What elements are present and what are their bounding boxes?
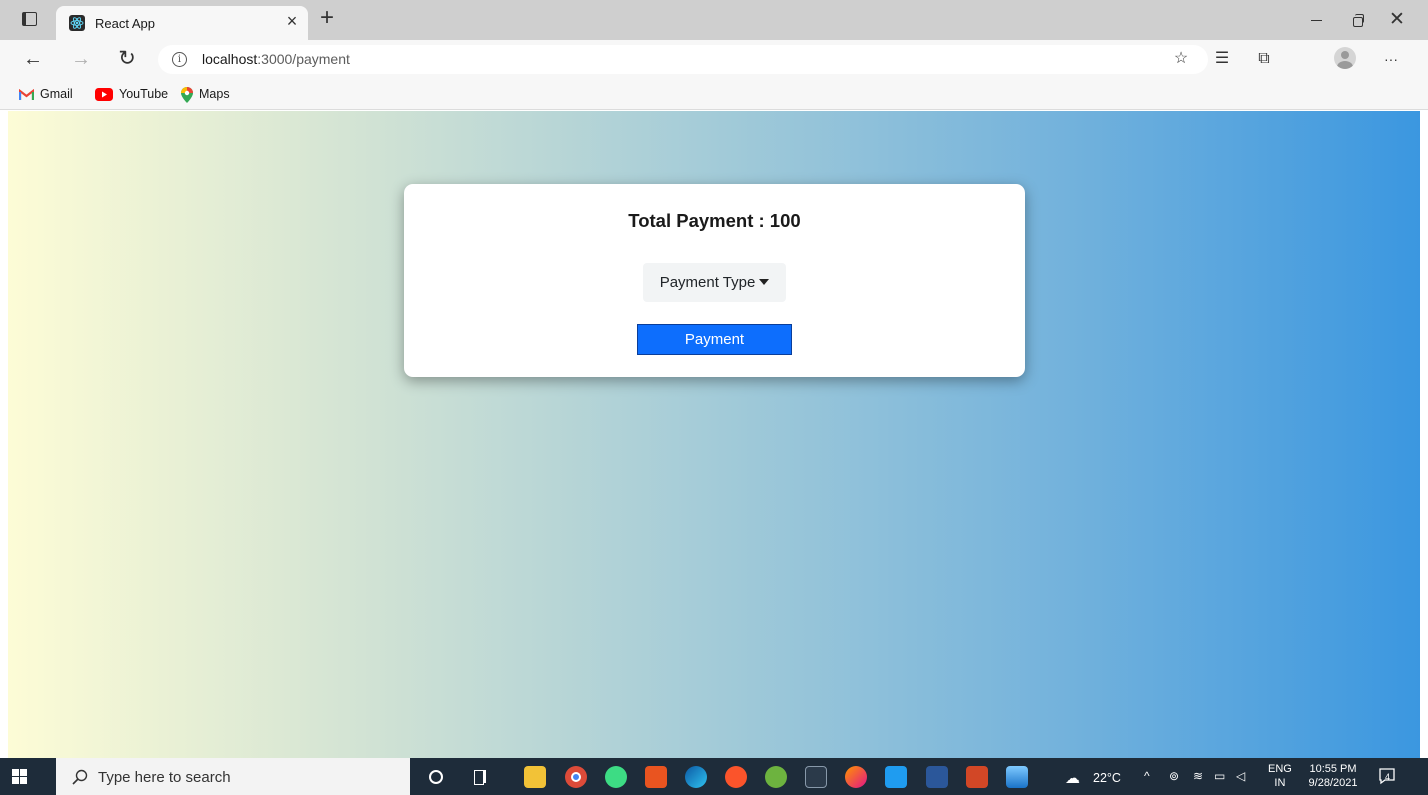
vscode-icon[interactable] bbox=[885, 766, 907, 788]
region-code: IN bbox=[1274, 777, 1286, 789]
clock-date: 9/28/2021 bbox=[1308, 777, 1358, 789]
search-icon bbox=[72, 769, 88, 785]
language-indicator[interactable]: ENG IN bbox=[1268, 762, 1292, 790]
browser-tab-strip: React App × + ✕ bbox=[0, 0, 1428, 40]
browser-tab[interactable]: React App × bbox=[56, 6, 308, 40]
weather-temp[interactable]: 22°C bbox=[1093, 771, 1121, 785]
notification-count: 4 bbox=[1385, 772, 1391, 782]
tab-actions-icon[interactable] bbox=[22, 12, 37, 26]
url-text[interactable]: localhost:3000/payment bbox=[202, 51, 350, 67]
payment-type-dropdown[interactable]: Payment Type bbox=[643, 263, 786, 302]
terminal-icon[interactable] bbox=[805, 766, 827, 788]
powerpoint-icon[interactable] bbox=[966, 766, 988, 788]
bookmark-label: YouTube bbox=[119, 87, 169, 101]
bookmark-gmail[interactable]: Gmail bbox=[19, 85, 73, 103]
payment-card: Total Payment : 100 Payment Type Payment bbox=[404, 184, 1025, 377]
word-icon[interactable] bbox=[926, 766, 948, 788]
language-code: ENG bbox=[1268, 763, 1292, 775]
react-favicon-icon bbox=[69, 15, 85, 31]
browser-toolbar: ← → ↻ i localhost:3000/payment ☆ ☰ ⧉ ··· bbox=[0, 40, 1428, 78]
clock-time: 10:55 PM bbox=[1309, 763, 1357, 775]
settings-more-icon[interactable]: ··· bbox=[1380, 48, 1402, 70]
youtube-icon bbox=[95, 88, 113, 102]
brave-icon[interactable] bbox=[725, 766, 747, 788]
dropdown-label: Payment Type bbox=[659, 274, 756, 291]
windows-start-icon[interactable] bbox=[12, 769, 28, 785]
search-placeholder: Type here to search bbox=[98, 769, 231, 786]
new-tab-icon[interactable]: + bbox=[314, 6, 340, 32]
caret-down-icon bbox=[759, 278, 770, 285]
url-path: :3000/payment bbox=[257, 51, 350, 67]
minimize-window-icon[interactable] bbox=[1304, 8, 1328, 32]
meet-now-icon[interactable]: ⊚ bbox=[1169, 769, 1179, 783]
gmail-icon bbox=[19, 88, 34, 100]
restore-window-icon[interactable] bbox=[1345, 8, 1369, 32]
windows-taskbar: Type here to search ☁ 22°C ^ ⊚ ≋ ▭ ◁ ENG… bbox=[0, 758, 1428, 795]
address-bar[interactable]: i localhost:3000/payment bbox=[158, 45, 1208, 74]
show-hidden-icons-icon[interactable]: ^ bbox=[1144, 769, 1150, 783]
reload-icon[interactable]: ↻ bbox=[114, 46, 140, 72]
chrome-icon[interactable] bbox=[565, 766, 587, 788]
site-info-icon[interactable]: i bbox=[172, 52, 187, 67]
close-window-icon[interactable]: ✕ bbox=[1385, 8, 1409, 32]
android-studio-icon[interactable] bbox=[605, 766, 627, 788]
profile-avatar-icon[interactable] bbox=[1334, 47, 1356, 69]
maps-icon bbox=[181, 86, 193, 103]
bookmark-label: Gmail bbox=[40, 87, 73, 101]
bookmark-maps[interactable]: Maps bbox=[181, 85, 230, 103]
page-viewport: Total Payment : 100 Payment Type Payment bbox=[0, 111, 1428, 758]
edge-icon[interactable] bbox=[685, 766, 707, 788]
wifi-icon[interactable]: ≋ bbox=[1193, 769, 1203, 783]
notification-center-icon[interactable]: 4 bbox=[1378, 767, 1396, 785]
bookmark-label: Maps bbox=[199, 87, 230, 101]
url-host: localhost bbox=[202, 51, 258, 67]
add-favorite-icon[interactable]: ☆ bbox=[1170, 48, 1192, 70]
total-payment-heading: Total Payment : 100 bbox=[628, 210, 801, 231]
back-arrow-icon[interactable]: ← bbox=[20, 46, 46, 72]
spring-tools-icon[interactable] bbox=[765, 766, 787, 788]
battery-icon[interactable]: ▭ bbox=[1214, 769, 1225, 783]
cortana-icon[interactable] bbox=[429, 770, 443, 784]
taskbar-search-box[interactable]: Type here to search bbox=[56, 758, 410, 795]
tab-close-icon[interactable]: × bbox=[282, 11, 302, 31]
tab-title: React App bbox=[95, 16, 155, 31]
forward-arrow-icon[interactable]: → bbox=[68, 46, 94, 72]
weather-cloud-icon[interactable]: ☁ bbox=[1065, 769, 1080, 787]
collections-icon[interactable]: ⧉ bbox=[1253, 48, 1275, 70]
favorites-icon[interactable]: ☰ bbox=[1211, 48, 1233, 70]
bookmarks-bar: Gmail YouTube Maps bbox=[0, 78, 1428, 110]
photos-icon[interactable] bbox=[1006, 766, 1028, 788]
file-explorer-icon[interactable] bbox=[524, 766, 546, 788]
bookmark-youtube[interactable]: YouTube bbox=[95, 85, 168, 103]
firefox-icon[interactable] bbox=[845, 766, 867, 788]
volume-icon[interactable]: ◁ bbox=[1236, 769, 1245, 783]
payment-button[interactable]: Payment bbox=[637, 324, 792, 355]
clock[interactable]: 10:55 PM 9/28/2021 bbox=[1304, 762, 1362, 790]
ubuntu-icon[interactable] bbox=[645, 766, 667, 788]
task-view-icon[interactable] bbox=[474, 770, 488, 785]
